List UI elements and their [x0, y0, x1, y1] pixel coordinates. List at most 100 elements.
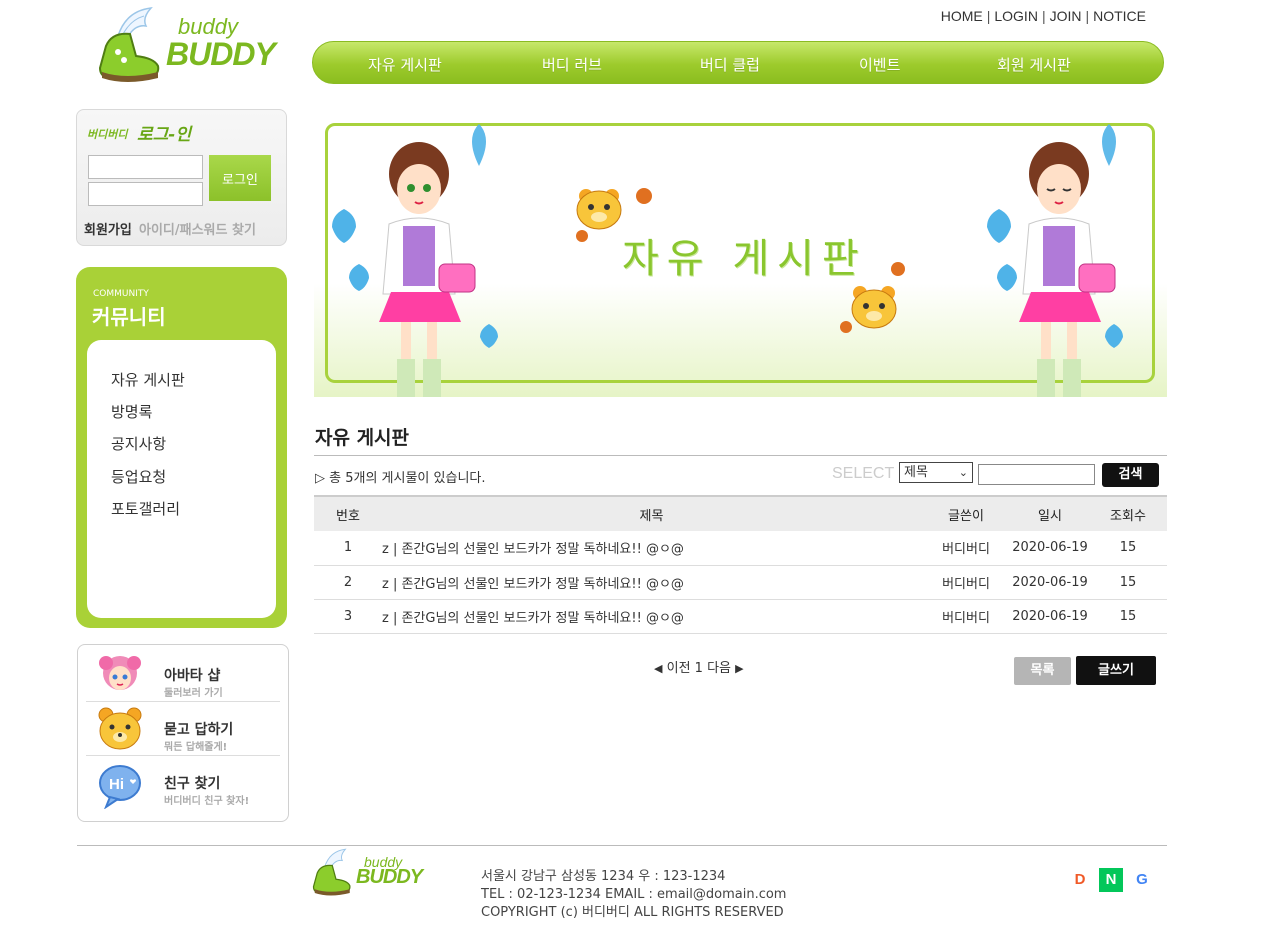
- hi-speech-bubble-icon: Hi: [99, 765, 141, 809]
- mainnav-member-board[interactable]: 회원 게시판: [997, 54, 1071, 75]
- table-header-row: 번호 제목 글쓴이 일시 조회수: [314, 495, 1167, 531]
- nav-separator: |: [1041, 8, 1046, 24]
- community-item-level-request[interactable]: 등업요청: [111, 466, 166, 487]
- quick-link-qna[interactable]: 묻고 답하기 뭐든 답해줄게!: [86, 703, 280, 756]
- board-table: 번호 제목 글쓴이 일시 조회수 1 z | 존간G님의 선물인 보드카가 정말…: [314, 495, 1167, 634]
- quick-link-subtitle: 둘러보러 가기: [164, 688, 223, 699]
- svg-text:Hi: Hi: [109, 776, 124, 793]
- search-input[interactable]: [978, 464, 1095, 485]
- next-arrow-icon[interactable]: ▶: [735, 662, 743, 675]
- row-title-link[interactable]: z | 존간G님의 선물인 보드카가 정말 독하네요!! @ㅇ@: [382, 531, 921, 566]
- search-field-selected-value: 제목: [904, 465, 928, 480]
- logo-text-BUDDY: BUDDY: [356, 866, 423, 888]
- main-navigation: 자유 게시판 버디 러브 버디 클럽 이벤트 회원 게시판: [312, 41, 1164, 84]
- footer-copyright: COPYRIGHT (c) 버디버디 ALL RIGHTS RESERVED: [481, 905, 784, 920]
- banner-title: 자유 게시판: [622, 236, 867, 282]
- footer-divider: [77, 845, 1167, 846]
- daum-letter: D: [1074, 871, 1086, 888]
- row-num: 3: [314, 599, 382, 634]
- mainnav-event[interactable]: 이벤트: [859, 54, 900, 75]
- post-count: ▷ 총 5개의 게시물이 있습니다.: [315, 471, 486, 486]
- column-header-date: 일시: [1011, 495, 1089, 531]
- avatar-girl-left-illustration: [332, 124, 498, 397]
- table-row[interactable]: 1 z | 존간G님의 선물인 보드카가 정말 독하네요!! @ㅇ@ 버디버디 …: [314, 531, 1167, 566]
- google-letter: G: [1136, 871, 1148, 888]
- list-button[interactable]: 목록: [1014, 657, 1071, 685]
- logo-text-BUDDY: BUDDY: [166, 36, 276, 72]
- footer-info: 서울시 강남구 삼성동 1234 우 : 123-1234 TEL : 02-1…: [481, 868, 786, 922]
- community-item-free-board[interactable]: 자유 게시판: [111, 369, 185, 390]
- quick-link-subtitle: 뭐든 답해줄게!: [164, 742, 228, 753]
- footer-logo: buddy BUDDY: [310, 848, 428, 898]
- board-title: 자유 게시판: [315, 427, 410, 449]
- community-title-en: COMMUNITY: [93, 289, 149, 299]
- column-header-author: 글쓴이: [921, 495, 1011, 531]
- bear-sticker-bottom: [840, 262, 905, 333]
- login-button[interactable]: 로그인: [209, 155, 271, 201]
- table-row[interactable]: 2 z | 존간G님의 선물인 보드카가 정말 독하네요!! @ㅇ@ 버디버디 …: [314, 565, 1167, 600]
- table-row[interactable]: 3 z | 존간G님의 선물인 보드카가 정말 독하네요!! @ㅇ@ 버디버디 …: [314, 599, 1167, 634]
- search-button[interactable]: 검색: [1102, 463, 1159, 487]
- avatar-girl-icon: [99, 656, 141, 690]
- row-author: 버디버디: [921, 599, 1011, 634]
- chevron-down-icon: ⌄: [958, 466, 968, 479]
- prev-page-link[interactable]: 이전: [667, 661, 691, 676]
- select-label: SELECT: [832, 465, 895, 482]
- prev-arrow-icon[interactable]: ◀: [654, 662, 662, 675]
- column-header-num: 번호: [314, 495, 382, 531]
- row-author: 버디버디: [921, 531, 1011, 566]
- row-date: 2020-06-19: [1011, 599, 1089, 634]
- write-button[interactable]: 글쓰기: [1076, 656, 1156, 685]
- row-num: 2: [314, 565, 382, 600]
- community-menu: COMMUNITY 커뮤니티 자유 게시판 방명록 공지사항 등업요청 포토갤러…: [76, 267, 287, 628]
- community-item-guestbook[interactable]: 방명록: [111, 401, 152, 422]
- footer-address: 서울시 강남구 삼성동 1234 우 : 123-1234: [481, 869, 726, 884]
- mainnav-buddy-love[interactable]: 버디 러브: [542, 54, 602, 75]
- site-logo[interactable]: buddy BUDDY: [96, 6, 276, 86]
- top-navigation: HOME | LOGIN | JOIN | NOTICE: [941, 8, 1146, 24]
- pagination: ◀ 이전 1 다음 ▶: [654, 657, 744, 676]
- find-account-link[interactable]: 아이디/패스워드 찾기: [139, 219, 256, 238]
- login-link[interactable]: LOGIN: [994, 8, 1038, 24]
- quick-link-title: 묻고 답하기: [164, 722, 234, 738]
- quick-link-subtitle: 버디버디 친구 찾자!: [164, 796, 250, 807]
- home-link[interactable]: HOME: [941, 8, 983, 24]
- nav-separator: |: [1085, 8, 1090, 24]
- mainnav-buddy-club[interactable]: 버디 클럽: [700, 54, 760, 75]
- join-link[interactable]: 회원가입: [84, 219, 132, 238]
- row-num: 1: [314, 531, 382, 566]
- quick-link-find-friend[interactable]: Hi 친구 찾기 버디버디 친구 찾자!: [86, 757, 280, 810]
- notice-link[interactable]: NOTICE: [1093, 8, 1146, 24]
- search-field-select[interactable]: 제목 ⌄: [899, 462, 973, 483]
- winged-shoe-icon: [98, 7, 160, 82]
- avatar-girl-right-illustration: [987, 124, 1123, 397]
- login-box: 버디버디 로그-인 로그인 회원가입 아이디/패스워드 찾기: [76, 109, 287, 246]
- quick-link-avatar-shop[interactable]: 아바타 샵 둘러보러 가기: [86, 649, 280, 702]
- join-link[interactable]: JOIN: [1050, 8, 1082, 24]
- community-item-photo-gallery[interactable]: 포토갤러리: [111, 498, 180, 519]
- row-views: 15: [1089, 565, 1167, 600]
- bear-icon: [98, 707, 142, 750]
- community-title: 커뮤니티: [92, 305, 166, 329]
- login-title: 로그-인: [137, 125, 191, 145]
- column-header-views: 조회수: [1089, 495, 1167, 531]
- mainnav-free-board[interactable]: 자유 게시판: [368, 54, 442, 75]
- footer-contact: TEL : 02-123-1234 EMAIL : email@domain.c…: [481, 887, 787, 902]
- id-input[interactable]: [88, 155, 203, 179]
- naver-icon[interactable]: N: [1099, 868, 1123, 892]
- next-page-link[interactable]: 다음: [707, 661, 731, 676]
- community-item-notice[interactable]: 공지사항: [111, 433, 166, 454]
- row-title-link[interactable]: z | 존간G님의 선물인 보드카가 정말 독하네요!! @ㅇ@: [382, 565, 921, 600]
- board-banner: 자유 게시판: [314, 114, 1167, 397]
- password-input[interactable]: [88, 182, 203, 206]
- daum-icon[interactable]: D: [1068, 868, 1092, 892]
- row-author: 버디버디: [921, 565, 1011, 600]
- google-icon[interactable]: G: [1130, 868, 1154, 892]
- quick-link-title: 아바타 샵: [164, 668, 221, 684]
- quick-links: 아바타 샵 둘러보러 가기 묻고 답하기 뭐든 답해줄게! Hi 친구 찾기 버…: [77, 644, 289, 822]
- page-number[interactable]: 1: [695, 661, 703, 676]
- row-views: 15: [1089, 531, 1167, 566]
- row-views: 15: [1089, 599, 1167, 634]
- login-title-small: 버디버디: [87, 128, 128, 141]
- row-title-link[interactable]: z | 존간G님의 선물인 보드카가 정말 독하네요!! @ㅇ@: [382, 599, 921, 634]
